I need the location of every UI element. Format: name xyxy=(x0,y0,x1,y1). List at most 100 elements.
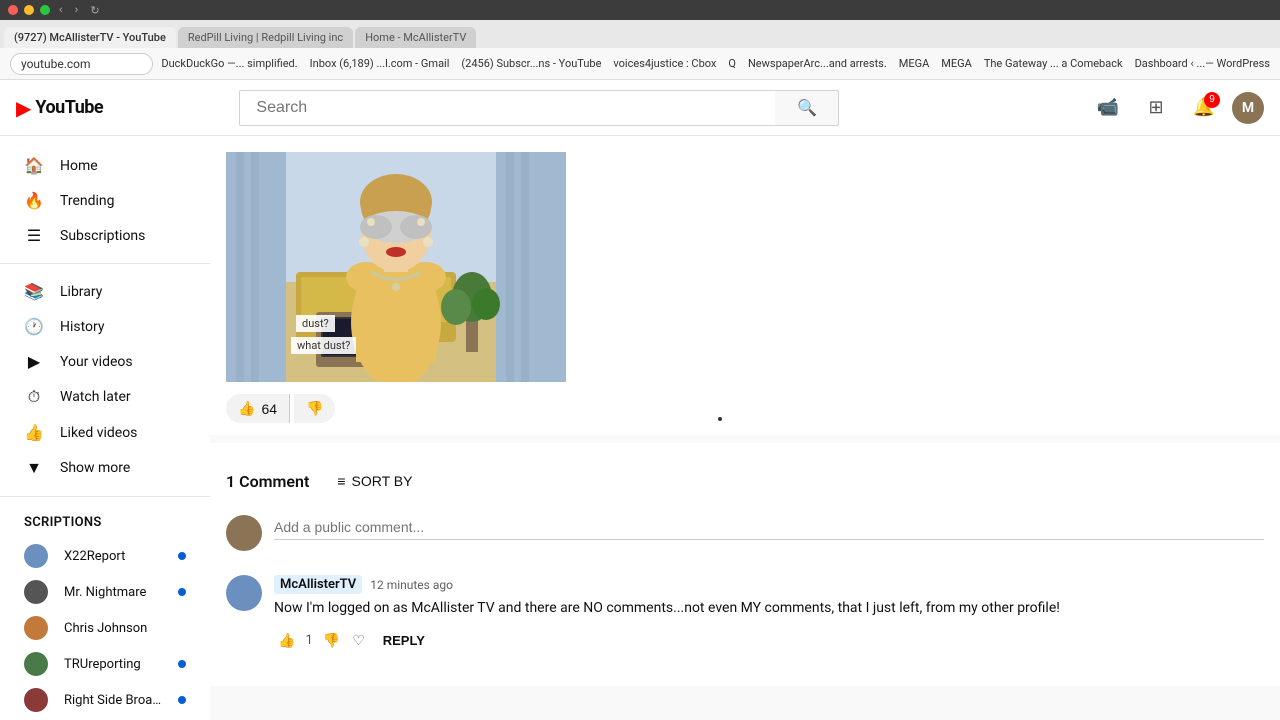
tab-redpill[interactable]: RedPill Living | Redpill Living inc xyxy=(178,27,353,48)
video-image-wrapper: dust? what dust? xyxy=(210,136,1280,382)
comments-header: 1 Comment ≡ SORT BY xyxy=(226,467,1264,495)
comment-reply-button[interactable]: REPLY xyxy=(373,627,435,654)
comment-time: 12 minutes ago xyxy=(370,578,453,592)
sub-avatar-nightmare xyxy=(24,580,48,604)
bookmark-gateway[interactable]: The Gateway ... a Comeback xyxy=(984,57,1123,70)
liked-videos-icon: 👍 xyxy=(24,423,44,442)
header-actions: 📹 ⊞ 🔔 9 M xyxy=(1088,88,1264,128)
bookmark-wordpress[interactable]: Dashboard ‹ ...— WordPress xyxy=(1135,57,1270,70)
dislike-button[interactable]: 👎 xyxy=(294,394,335,423)
sub-name-chris-johnson: Chris Johnson xyxy=(64,621,186,636)
subscription-right-side[interactable]: Right Side Broadcas... xyxy=(0,682,210,718)
sidebar-item-watch-later-label: Watch later xyxy=(60,389,131,405)
bookmark-mega2[interactable]: MEGA xyxy=(941,57,972,70)
video-create-button[interactable]: 📹 xyxy=(1088,88,1128,128)
browser-tabs: (9727) McAllisterTV - YouTube RedPill Li… xyxy=(0,20,1280,48)
subscription-mr-nightmare[interactable]: Mr. Nightmare xyxy=(0,574,210,610)
comment-dislike-button[interactable]: 👎 xyxy=(319,628,344,653)
comment-like-button[interactable]: 👍 xyxy=(274,628,299,653)
home-icon: 🏠 xyxy=(24,156,44,175)
comment-heart-button[interactable]: ♡ xyxy=(348,628,369,653)
tab-youtube[interactable]: (9727) McAllisterTV - YouTube xyxy=(4,27,176,48)
sort-label: SORT BY xyxy=(352,473,413,489)
youtube-logo[interactable]: ▶ YouTube xyxy=(16,96,103,120)
sidebar-item-your-videos[interactable]: ▶ Your videos xyxy=(0,344,210,379)
bookmarks-bar: DuckDuckGo —... simplified. Inbox (6,189… xyxy=(161,57,1270,70)
bookmark-voices4justice[interactable]: voices4justice : Cbox xyxy=(613,57,716,70)
bookmark-newspaper[interactable]: NewspaperArc...and arrests. xyxy=(748,57,887,70)
sidebar-item-home[interactable]: 🏠 Home xyxy=(0,148,210,183)
sub-dot-x22 xyxy=(178,552,186,560)
sidebar-item-liked-videos[interactable]: 👍 Liked videos xyxy=(0,415,210,450)
like-button[interactable]: 👍 64 xyxy=(226,394,290,423)
sidebar-item-home-label: Home xyxy=(60,158,98,174)
sidebar-item-subscriptions[interactable]: ☰ Subscriptions xyxy=(0,218,210,253)
like-count: 64 xyxy=(261,401,277,417)
sidebar-item-show-more[interactable]: ▼ Show more xyxy=(0,450,210,486)
reload-btn[interactable]: ↻ xyxy=(87,4,102,17)
notifications-button[interactable]: 🔔 9 xyxy=(1184,88,1224,128)
sidebar-divider-2 xyxy=(0,496,210,497)
subscription-trureporting[interactable]: TRUreporting xyxy=(0,646,210,682)
youtube-header: ▶ YouTube 🔍 📹 ⊞ 🔔 9 M xyxy=(0,80,1280,136)
tab-home-mcallistertv[interactable]: Home - McAllisterTV xyxy=(355,27,476,48)
subscriptions-section-title: SCRIPTIONS xyxy=(0,507,210,538)
forward-btn[interactable]: › xyxy=(72,4,82,16)
sort-icon: ≡ xyxy=(337,473,345,489)
search-button[interactable]: 🔍 xyxy=(775,90,839,126)
back-btn[interactable]: ‹ xyxy=(56,4,66,16)
subscription-x22report[interactable]: X22Report xyxy=(0,538,210,574)
window-maximize-btn[interactable] xyxy=(40,5,50,15)
comment-actions: 👍 1 👎 ♡ REPLY xyxy=(274,627,1264,654)
url-bar[interactable]: youtube.com xyxy=(10,53,153,75)
search-container: 🔍 xyxy=(239,90,839,126)
bookmark-q[interactable]: Q xyxy=(728,57,736,70)
sub-dot-rightside xyxy=(178,696,186,704)
subscriptions-icon: ☰ xyxy=(24,226,44,245)
search-input[interactable] xyxy=(239,90,775,126)
youtube-logo-icon: ▶ xyxy=(16,96,31,120)
browser-chrome: ‹ › ↻ xyxy=(0,0,1280,20)
bookmark-gmail[interactable]: Inbox (6,189) ...l.com - Gmail xyxy=(310,57,450,70)
bookmark-youtube-subs[interactable]: (2456) Subscr...ns - YouTube xyxy=(461,57,601,70)
main-content: 🏠 Home 🔥 Trending ☰ Subscriptions 📚 Libr… xyxy=(0,136,1280,720)
comment-item: McAllisterTV 12 minutes ago Now I'm logg… xyxy=(226,575,1264,654)
comment-input-row xyxy=(226,515,1264,551)
sidebar-item-library[interactable]: 📚 Library xyxy=(0,274,210,309)
sub-name-trureporting: TRUreporting xyxy=(64,657,162,672)
your-videos-icon: ▶ xyxy=(24,352,44,371)
comment-like-count: 1 xyxy=(305,633,312,648)
bookmark-mega1[interactable]: MEGA xyxy=(899,57,930,70)
sub-name-mr-nightmare: Mr. Nightmare xyxy=(64,585,162,600)
watch-later-icon: ⏱ xyxy=(24,387,44,407)
library-icon: 📚 xyxy=(24,282,44,301)
comment-count: 1 Comment xyxy=(226,472,309,491)
sort-by-button[interactable]: ≡ SORT BY xyxy=(325,467,424,495)
sidebar-item-watch-later[interactable]: ⏱ Watch later xyxy=(0,379,210,415)
comment-header-line: McAllisterTV 12 minutes ago xyxy=(274,575,1264,594)
content-area: dust? what dust? 👍 64 👎 xyxy=(210,136,1280,720)
commenter-avatar-mcallistertv xyxy=(226,575,262,611)
youtube-logo-text: YouTube xyxy=(35,97,103,118)
apps-button[interactable]: ⊞ xyxy=(1136,88,1176,128)
sidebar-item-trending[interactable]: 🔥 Trending xyxy=(0,183,210,218)
subscription-chris-johnson[interactable]: Chris Johnson xyxy=(0,610,210,646)
window-minimize-btn[interactable] xyxy=(24,5,34,15)
comment-text: Now I'm logged on as McAllister TV and t… xyxy=(274,598,1264,619)
commenter-name[interactable]: McAllisterTV xyxy=(274,575,362,594)
show-more-icon: ▼ xyxy=(24,458,44,478)
browser-address-bar: youtube.com DuckDuckGo —... simplified. … xyxy=(0,48,1280,80)
sub-dot-tru xyxy=(178,660,186,668)
bookmark-duckduckgo[interactable]: DuckDuckGo —... simplified. xyxy=(161,57,297,70)
comment-input[interactable] xyxy=(274,515,1264,540)
sidebar-item-trending-label: Trending xyxy=(60,193,115,209)
window-close-btn[interactable] xyxy=(8,5,18,15)
vintage-illustration xyxy=(226,152,566,382)
sidebar: 🏠 Home 🔥 Trending ☰ Subscriptions 📚 Libr… xyxy=(0,136,210,720)
user-avatar[interactable]: M xyxy=(1232,92,1264,124)
sub-avatar-chris xyxy=(24,616,48,640)
youtube-app: ▶ YouTube 🔍 📹 ⊞ 🔔 9 M 🏠 Home 🔥 xyxy=(0,80,1280,720)
sidebar-item-history-label: History xyxy=(60,319,105,335)
sidebar-item-history[interactable]: 🕐 History xyxy=(0,309,210,344)
sub-avatar-x22 xyxy=(24,544,48,568)
